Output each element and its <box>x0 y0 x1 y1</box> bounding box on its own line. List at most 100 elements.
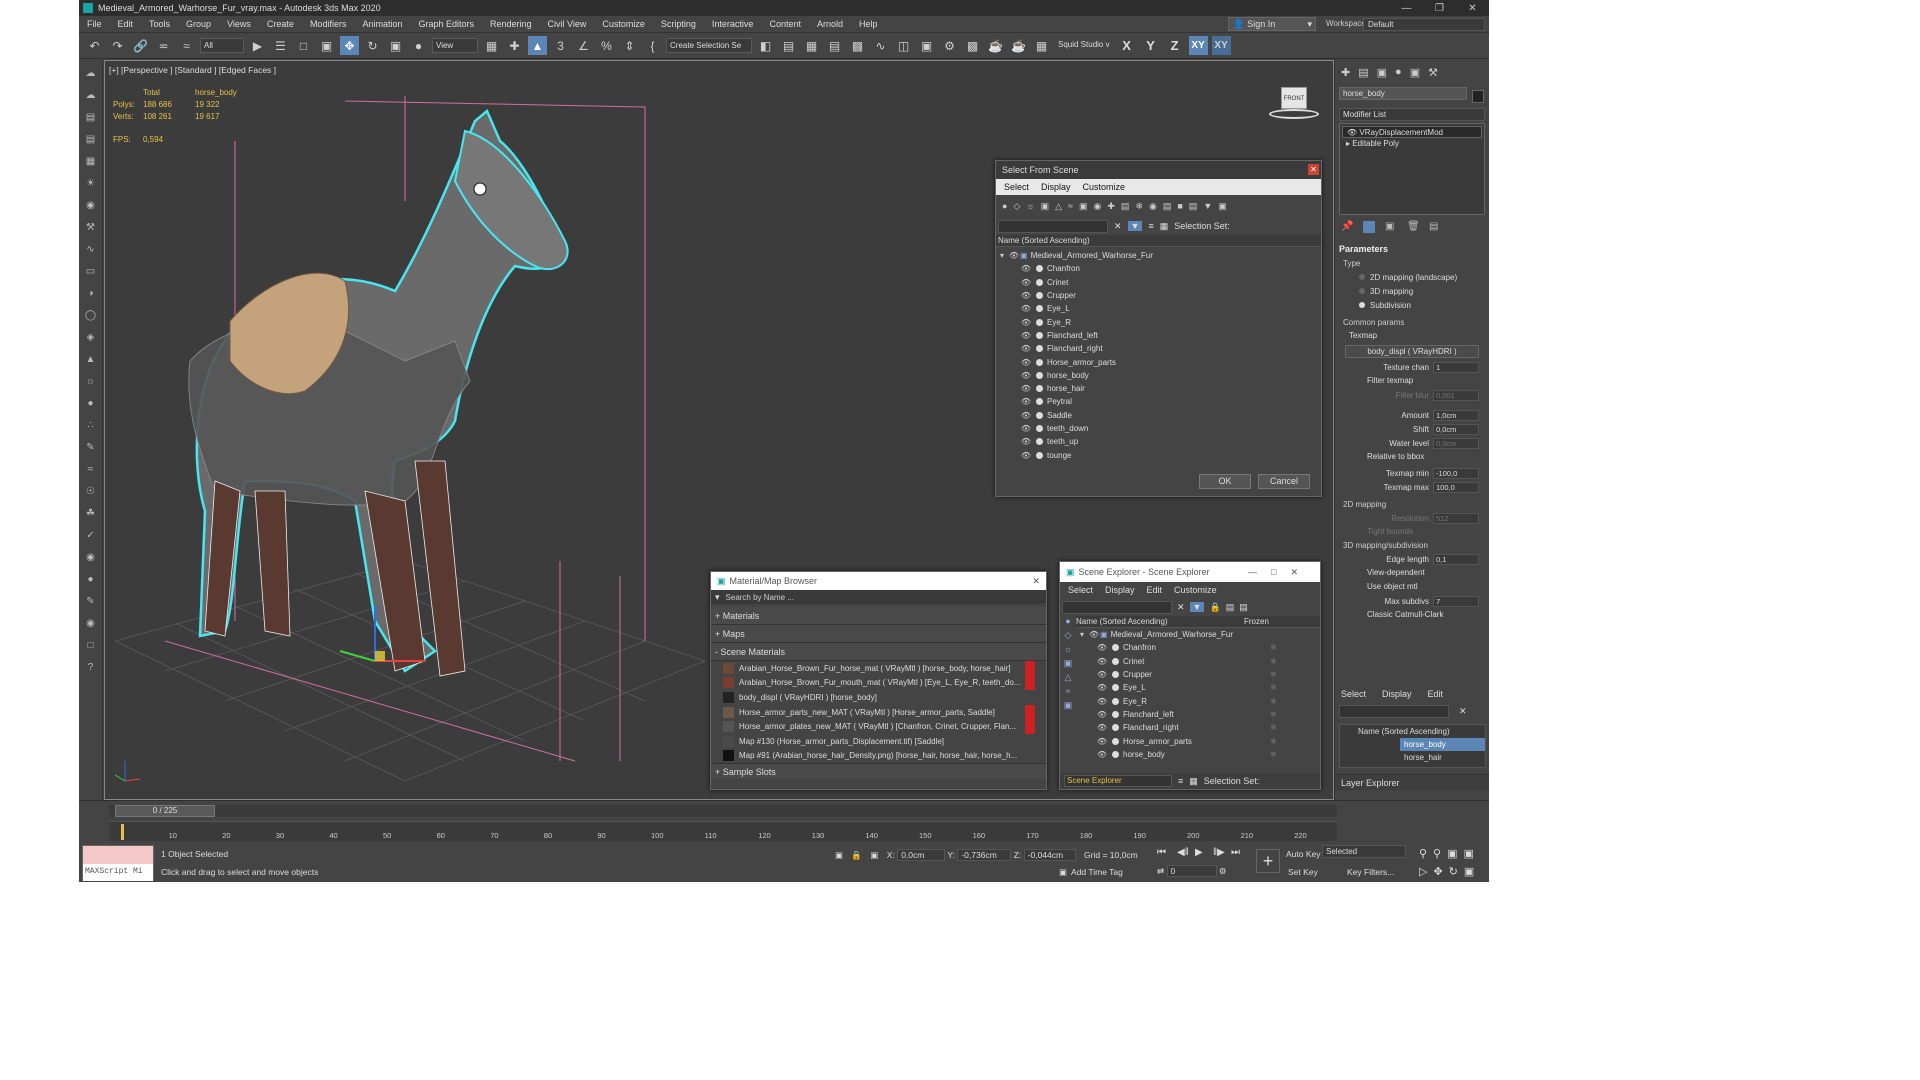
use-object-mtl-checkbox[interactable]: Use object mtl <box>1339 580 1485 594</box>
tree-item[interactable]: 👁 Eye_R <box>996 315 1321 328</box>
menu-item-rendering[interactable]: Rendering <box>482 19 540 29</box>
selection-filter-dropdown[interactable]: All <box>200 38 244 53</box>
bone-filter-icon[interactable]: ✚ <box>1107 201 1115 212</box>
explorer-search-input[interactable] <box>1062 600 1172 614</box>
curve-editor-icon[interactable]: ∿ <box>871 36 890 55</box>
time-config-icon[interactable]: ⚙ <box>1219 866 1227 876</box>
type-subdivision-radio[interactable]: Subdivision <box>1339 298 1485 312</box>
isolate-icon[interactable]: ▣ <box>835 850 843 860</box>
sample-slots-section[interactable]: + Sample Slots <box>711 763 1046 780</box>
y-field[interactable]: -0,736cm <box>957 849 1012 861</box>
sphere-icon[interactable]: ◯ <box>83 307 99 323</box>
freeze-icon[interactable]: ❄ <box>1270 750 1277 759</box>
layer-item[interactable]: horse_hair <box>1340 751 1485 764</box>
material-item[interactable]: Arabian_Horse_Brown_Fur_mouth_mat ( VRay… <box>723 675 1035 691</box>
link-icon[interactable]: 🔗 <box>131 36 150 55</box>
renderable-icon[interactable] <box>1036 385 1043 393</box>
hidden-filter-icon[interactable]: ◉ <box>1149 201 1157 212</box>
go-to-end-icon[interactable]: ⏭ <box>1231 847 1240 858</box>
axis-z-button[interactable]: Z <box>1165 38 1185 53</box>
renderable-icon[interactable] <box>1036 398 1043 406</box>
grid-icon[interactable]: ▦ <box>1032 36 1051 55</box>
vray-icon[interactable]: ◉ <box>83 549 99 565</box>
bind-spacewarp-icon[interactable]: ≈ <box>177 36 196 55</box>
maxscript-input[interactable]: MAXScript Mi <box>83 864 153 881</box>
material-item[interactable]: Horse_armor_parts_new_MAT ( VRayMtl ) [H… <box>723 704 1035 720</box>
eye-icon[interactable]: 👁 <box>1096 670 1108 679</box>
display-lights-icon[interactable]: ☼ <box>1060 644 1076 658</box>
view-dependent-checkbox[interactable]: View-dependent <box>1339 566 1485 580</box>
key-mode-icon[interactable]: ⇄ <box>1157 866 1164 876</box>
menu-item-graph-editors[interactable]: Graph Editors <box>410 19 482 29</box>
globe-icon[interactable]: ☉ <box>83 483 99 499</box>
minimize-icon[interactable]: — <box>1390 0 1423 16</box>
ball-icon[interactable]: ● <box>83 395 99 411</box>
tree-root[interactable]: ▾ 👁 ▣ Medieval_Armored_Warhorse_Fur <box>996 249 1321 262</box>
frozen-filter-icon[interactable]: ❄ <box>1135 201 1143 212</box>
catmull-clark-checkbox[interactable]: Classic Catmull-Clark <box>1339 608 1485 622</box>
current-frame-field[interactable]: 0 <box>1166 865 1217 877</box>
menu-item-file[interactable]: File <box>79 19 110 29</box>
explorer-item[interactable]: 👁 Flanchard_left ❄ <box>1076 708 1320 721</box>
plant-icon[interactable]: ☘ <box>83 505 99 521</box>
object-name-field[interactable]: horse_body <box>1339 87 1467 100</box>
tree-item[interactable]: 👁 Horse_armor_parts <box>996 355 1321 368</box>
previous-frame-icon[interactable]: ◀‖ <box>1177 847 1189 858</box>
explorer-dropdown[interactable]: Scene Explorer <box>1064 775 1172 787</box>
explorer-item[interactable]: 👁 Crinet ❄ <box>1076 655 1320 668</box>
set-key-button[interactable]: Set Key <box>1288 867 1318 877</box>
x-field[interactable]: 0,0cm <box>897 849 946 861</box>
renderable-icon[interactable] <box>1112 737 1119 745</box>
renderable-icon[interactable] <box>1036 425 1043 432</box>
menu-item-civil-view[interactable]: Civil View <box>540 19 595 29</box>
rendered-frame-icon[interactable]: ▩ <box>963 36 982 55</box>
freeze-icon[interactable]: ❄ <box>1270 643 1277 652</box>
renderable-icon[interactable] <box>1112 750 1119 758</box>
scale-icon[interactable]: ▣ <box>386 36 405 55</box>
eye-icon[interactable]: 👁 <box>1020 371 1032 380</box>
tree-item[interactable]: 👁 horse_body <box>996 369 1321 382</box>
axis-y-button[interactable]: Y <box>1141 38 1161 53</box>
redo-icon[interactable]: ↷ <box>108 36 127 55</box>
renderable-icon[interactable] <box>1036 358 1043 366</box>
lock-icon[interactable]: 🔒 <box>1209 602 1220 613</box>
freeze-icon[interactable]: ❄ <box>1270 683 1277 692</box>
image-icon[interactable]: ▤ <box>83 109 99 125</box>
display-cameras-icon[interactable]: ▣ <box>1060 658 1076 672</box>
column-header[interactable]: Name (Sorted Ascending) <box>996 235 1321 247</box>
hair-icon[interactable]: ≈ <box>83 461 99 477</box>
freeze-icon[interactable]: ❄ <box>1270 657 1277 666</box>
eye-icon[interactable]: 👁 <box>1096 657 1108 666</box>
modifier-item[interactable]: ▸ Editable Poly <box>1342 138 1482 150</box>
help-icon[interactable]: ? <box>83 659 99 675</box>
lamp-icon[interactable]: ◈ <box>83 329 99 345</box>
none-icon[interactable]: ■ <box>1177 201 1182 211</box>
eye-icon[interactable]: 👁 <box>1008 251 1020 260</box>
clear-search-icon[interactable]: ✕ <box>1459 706 1467 717</box>
freeze-icon[interactable]: ❄ <box>1270 737 1277 746</box>
menu-item-customize[interactable]: Customize <box>594 19 653 29</box>
chevron-down-icon[interactable]: ▾ <box>715 592 720 603</box>
renderable-icon[interactable] <box>1036 265 1043 273</box>
layers-icon[interactable]: ≡ <box>1178 776 1183 786</box>
next-frame-icon[interactable]: ‖▶ <box>1213 847 1225 858</box>
close-icon[interactable]: ✕ <box>1308 164 1319 175</box>
selected-dropdown[interactable]: Selected <box>1322 845 1406 858</box>
invert-icon[interactable]: ▤ <box>1189 201 1198 212</box>
modifier-list-dropdown[interactable]: Modifier List <box>1339 108 1485 121</box>
type-2d-radio[interactable]: 2D mapping (landscape) <box>1339 270 1485 284</box>
scene-materials-section[interactable]: - Scene Materials <box>711 643 1046 661</box>
hierarchy-tab-icon[interactable]: ▣ <box>1377 66 1387 79</box>
hierarchy2-icon[interactable]: ▤ <box>1239 602 1248 613</box>
workspace-dropdown[interactable]: Default <box>1363 18 1485 31</box>
group-filter-icon[interactable]: ▣ <box>1079 201 1088 212</box>
water-level-spinner[interactable]: 0,0cm <box>1433 437 1479 449</box>
ok-button[interactable]: OK <box>1199 474 1251 489</box>
sun-icon[interactable]: ☼ <box>83 373 99 389</box>
eye-icon[interactable]: 👁 <box>1096 710 1108 719</box>
spacewarp-filter-icon[interactable]: ≈ <box>1068 201 1073 211</box>
shift-spinner[interactable]: 0,0cm <box>1433 423 1479 435</box>
freeze-icon[interactable]: ❄ <box>1270 697 1277 706</box>
selection-set-icon[interactable]: ▦ <box>1189 776 1198 787</box>
tree-item[interactable]: 👁 Crinet <box>996 276 1321 289</box>
